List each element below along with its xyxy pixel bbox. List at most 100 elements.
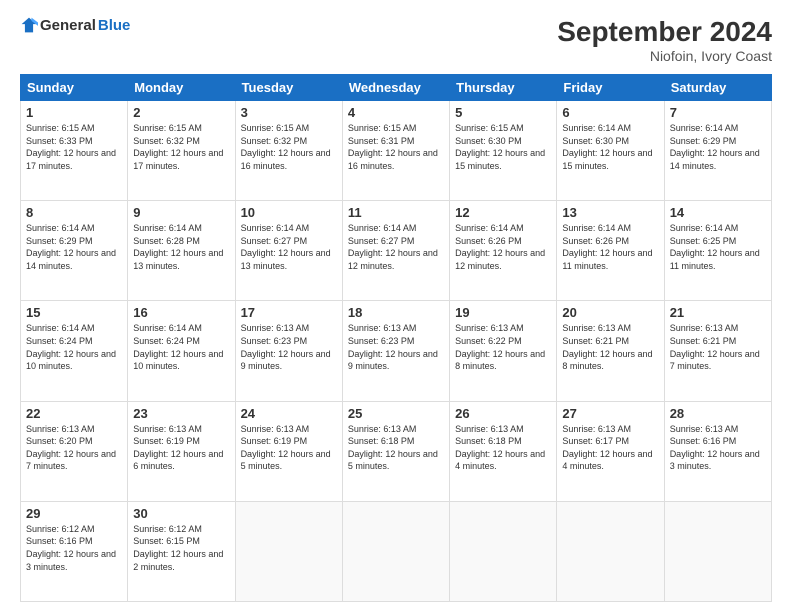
day-number: 14	[670, 205, 766, 220]
day-info: Sunrise: 6:14 AM Sunset: 6:29 PM Dayligh…	[26, 222, 122, 272]
calendar-cell: 9 Sunrise: 6:14 AM Sunset: 6:28 PM Dayli…	[128, 201, 235, 301]
day-number: 13	[562, 205, 658, 220]
day-number: 26	[455, 406, 551, 421]
day-info: Sunrise: 6:14 AM Sunset: 6:30 PM Dayligh…	[562, 122, 658, 172]
day-number: 4	[348, 105, 444, 120]
day-number: 22	[26, 406, 122, 421]
day-info: Sunrise: 6:14 AM Sunset: 6:24 PM Dayligh…	[133, 322, 229, 372]
day-info: Sunrise: 6:13 AM Sunset: 6:19 PM Dayligh…	[241, 423, 337, 473]
logo-general: General	[40, 17, 96, 34]
calendar-cell: 18 Sunrise: 6:13 AM Sunset: 6:23 PM Dayl…	[342, 301, 449, 401]
calendar-cell: 28 Sunrise: 6:13 AM Sunset: 6:16 PM Dayl…	[664, 401, 771, 501]
day-info: Sunrise: 6:12 AM Sunset: 6:15 PM Dayligh…	[133, 523, 229, 573]
calendar-cell: 24 Sunrise: 6:13 AM Sunset: 6:19 PM Dayl…	[235, 401, 342, 501]
month-title: September 2024	[557, 16, 772, 48]
calendar-week-5: 29 Sunrise: 6:12 AM Sunset: 6:16 PM Dayl…	[21, 501, 772, 601]
calendar-cell: 26 Sunrise: 6:13 AM Sunset: 6:18 PM Dayl…	[450, 401, 557, 501]
day-info: Sunrise: 6:13 AM Sunset: 6:21 PM Dayligh…	[670, 322, 766, 372]
calendar-week-1: 1 Sunrise: 6:15 AM Sunset: 6:33 PM Dayli…	[21, 101, 772, 201]
calendar-cell	[235, 501, 342, 601]
logo-blue: Blue	[98, 17, 131, 34]
calendar-cell: 16 Sunrise: 6:14 AM Sunset: 6:24 PM Dayl…	[128, 301, 235, 401]
day-number: 12	[455, 205, 551, 220]
day-info: Sunrise: 6:15 AM Sunset: 6:31 PM Dayligh…	[348, 122, 444, 172]
logo-icon	[20, 16, 38, 34]
day-info: Sunrise: 6:14 AM Sunset: 6:26 PM Dayligh…	[562, 222, 658, 272]
day-number: 24	[241, 406, 337, 421]
calendar-cell: 14 Sunrise: 6:14 AM Sunset: 6:25 PM Dayl…	[664, 201, 771, 301]
day-info: Sunrise: 6:15 AM Sunset: 6:32 PM Dayligh…	[133, 122, 229, 172]
calendar-cell: 27 Sunrise: 6:13 AM Sunset: 6:17 PM Dayl…	[557, 401, 664, 501]
day-number: 16	[133, 305, 229, 320]
day-info: Sunrise: 6:13 AM Sunset: 6:18 PM Dayligh…	[455, 423, 551, 473]
calendar-cell	[557, 501, 664, 601]
logo: GeneralBlue	[20, 16, 130, 34]
day-info: Sunrise: 6:12 AM Sunset: 6:16 PM Dayligh…	[26, 523, 122, 573]
day-info: Sunrise: 6:14 AM Sunset: 6:27 PM Dayligh…	[241, 222, 337, 272]
day-info: Sunrise: 6:15 AM Sunset: 6:30 PM Dayligh…	[455, 122, 551, 172]
calendar-cell	[450, 501, 557, 601]
calendar-cell: 3 Sunrise: 6:15 AM Sunset: 6:32 PM Dayli…	[235, 101, 342, 201]
col-saturday: Saturday	[664, 75, 771, 101]
calendar-cell: 29 Sunrise: 6:12 AM Sunset: 6:16 PM Dayl…	[21, 501, 128, 601]
day-number: 15	[26, 305, 122, 320]
day-number: 9	[133, 205, 229, 220]
day-info: Sunrise: 6:13 AM Sunset: 6:23 PM Dayligh…	[348, 322, 444, 372]
day-info: Sunrise: 6:13 AM Sunset: 6:20 PM Dayligh…	[26, 423, 122, 473]
day-number: 20	[562, 305, 658, 320]
day-info: Sunrise: 6:13 AM Sunset: 6:22 PM Dayligh…	[455, 322, 551, 372]
day-number: 27	[562, 406, 658, 421]
col-thursday: Thursday	[450, 75, 557, 101]
calendar-week-2: 8 Sunrise: 6:14 AM Sunset: 6:29 PM Dayli…	[21, 201, 772, 301]
col-monday: Monday	[128, 75, 235, 101]
day-number: 17	[241, 305, 337, 320]
calendar-week-4: 22 Sunrise: 6:13 AM Sunset: 6:20 PM Dayl…	[21, 401, 772, 501]
calendar-table: Sunday Monday Tuesday Wednesday Thursday…	[20, 74, 772, 602]
day-number: 3	[241, 105, 337, 120]
day-number: 21	[670, 305, 766, 320]
day-number: 1	[26, 105, 122, 120]
day-number: 23	[133, 406, 229, 421]
calendar-cell: 8 Sunrise: 6:14 AM Sunset: 6:29 PM Dayli…	[21, 201, 128, 301]
day-number: 30	[133, 506, 229, 521]
calendar-cell: 1 Sunrise: 6:15 AM Sunset: 6:33 PM Dayli…	[21, 101, 128, 201]
day-info: Sunrise: 6:13 AM Sunset: 6:16 PM Dayligh…	[670, 423, 766, 473]
day-info: Sunrise: 6:14 AM Sunset: 6:27 PM Dayligh…	[348, 222, 444, 272]
day-info: Sunrise: 6:13 AM Sunset: 6:17 PM Dayligh…	[562, 423, 658, 473]
day-info: Sunrise: 6:13 AM Sunset: 6:19 PM Dayligh…	[133, 423, 229, 473]
calendar-cell	[342, 501, 449, 601]
calendar-cell: 17 Sunrise: 6:13 AM Sunset: 6:23 PM Dayl…	[235, 301, 342, 401]
day-number: 2	[133, 105, 229, 120]
header: GeneralBlue September 2024 Niofoin, Ivor…	[20, 16, 772, 64]
calendar-cell: 11 Sunrise: 6:14 AM Sunset: 6:27 PM Dayl…	[342, 201, 449, 301]
day-info: Sunrise: 6:14 AM Sunset: 6:25 PM Dayligh…	[670, 222, 766, 272]
day-info: Sunrise: 6:14 AM Sunset: 6:26 PM Dayligh…	[455, 222, 551, 272]
day-number: 11	[348, 205, 444, 220]
calendar-week-3: 15 Sunrise: 6:14 AM Sunset: 6:24 PM Dayl…	[21, 301, 772, 401]
col-friday: Friday	[557, 75, 664, 101]
calendar-cell: 20 Sunrise: 6:13 AM Sunset: 6:21 PM Dayl…	[557, 301, 664, 401]
calendar-cell	[664, 501, 771, 601]
day-number: 29	[26, 506, 122, 521]
calendar-cell: 12 Sunrise: 6:14 AM Sunset: 6:26 PM Dayl…	[450, 201, 557, 301]
day-number: 10	[241, 205, 337, 220]
calendar-cell: 19 Sunrise: 6:13 AM Sunset: 6:22 PM Dayl…	[450, 301, 557, 401]
page: GeneralBlue September 2024 Niofoin, Ivor…	[0, 0, 792, 612]
day-info: Sunrise: 6:14 AM Sunset: 6:24 PM Dayligh…	[26, 322, 122, 372]
location: Niofoin, Ivory Coast	[557, 48, 772, 64]
calendar-cell: 22 Sunrise: 6:13 AM Sunset: 6:20 PM Dayl…	[21, 401, 128, 501]
day-number: 28	[670, 406, 766, 421]
day-info: Sunrise: 6:15 AM Sunset: 6:33 PM Dayligh…	[26, 122, 122, 172]
day-number: 25	[348, 406, 444, 421]
day-number: 5	[455, 105, 551, 120]
day-info: Sunrise: 6:15 AM Sunset: 6:32 PM Dayligh…	[241, 122, 337, 172]
calendar-cell: 25 Sunrise: 6:13 AM Sunset: 6:18 PM Dayl…	[342, 401, 449, 501]
day-number: 8	[26, 205, 122, 220]
day-info: Sunrise: 6:13 AM Sunset: 6:21 PM Dayligh…	[562, 322, 658, 372]
day-info: Sunrise: 6:14 AM Sunset: 6:28 PM Dayligh…	[133, 222, 229, 272]
calendar-cell: 2 Sunrise: 6:15 AM Sunset: 6:32 PM Dayli…	[128, 101, 235, 201]
calendar-cell: 4 Sunrise: 6:15 AM Sunset: 6:31 PM Dayli…	[342, 101, 449, 201]
calendar-cell: 5 Sunrise: 6:15 AM Sunset: 6:30 PM Dayli…	[450, 101, 557, 201]
col-tuesday: Tuesday	[235, 75, 342, 101]
col-sunday: Sunday	[21, 75, 128, 101]
